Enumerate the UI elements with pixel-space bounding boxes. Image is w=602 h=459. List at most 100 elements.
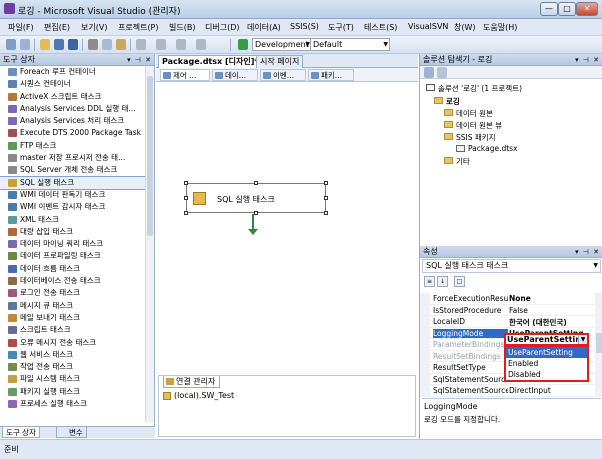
resize-handle[interactable] [324,196,328,200]
option-use-parent-setting[interactable]: UseParentSetting [506,347,587,358]
panel-controls[interactable]: ▾ ⊣ ✕ [575,54,600,66]
toolbox-item[interactable]: WMI 이벤트 감시자 태스크 [0,201,145,213]
toolbox-item[interactable]: 작업 전송 태스크 [0,361,145,373]
toolbox-item[interactable]: ActiveX 스크립트 태스크 [0,91,145,103]
toolbox-item[interactable]: 스크립트 태스크 [0,324,145,336]
scrollbar-thumb[interactable] [596,333,602,353]
sql-execute-task-shape[interactable]: SQL 실행 태스크 [184,181,328,215]
solution-node[interactable]: Package.dtsx [456,144,518,153]
menu-test[interactable]: 테스트(S) [364,22,397,33]
solution-platform-combo[interactable]: Default ▼ [310,38,390,51]
property-value[interactable]: None [509,294,595,303]
copy-icon[interactable] [102,39,112,50]
menu-debug[interactable]: 디버그(D) [205,22,239,33]
navigate-forward-icon[interactable] [196,39,206,50]
toolbox-item[interactable]: 오류 메시지 전송 태스크 [0,337,145,349]
resize-handle[interactable] [184,211,188,215]
toolbox-scrollbar[interactable] [145,66,154,422]
paste-icon[interactable] [116,39,126,50]
add-item-icon[interactable] [20,39,30,50]
cut-icon[interactable] [88,39,98,50]
property-value[interactable]: 한국어 (대한민국) [509,317,595,328]
undo-icon[interactable] [136,39,146,50]
property-row[interactable]: LocaleID 한국어 (대한민국) [420,316,595,328]
solution-node[interactable]: 데이터 원본 [444,108,493,119]
resize-handle[interactable] [324,181,328,185]
toolbox-item[interactable]: 로그인 전송 태스크 [0,287,145,299]
property-grid-scrollbar[interactable] [595,293,602,397]
tab-toolbox[interactable]: 도구 상자 [2,427,40,438]
toolbox-item[interactable]: 패키지 실행 태스크 [0,386,145,398]
toolbox-item[interactable]: 파일 시스템 태스크 [0,373,145,385]
resize-handle[interactable] [324,211,328,215]
tab-start-page[interactable]: 시작 페이지 [256,55,304,68]
solution-node[interactable]: SSIS 패키지 [444,132,496,143]
save-all-icon[interactable] [68,39,78,50]
menu-window[interactable]: 창(W) [454,22,476,33]
toolbox-item[interactable]: Foreach 루프 컨테이너 [0,66,145,78]
menu-tools[interactable]: 도구(T) [328,22,354,33]
tab-control-flow[interactable]: 제어 ... [160,69,210,81]
solution-node[interactable]: 데이터 원본 뷰 [444,120,502,131]
tab-connection-manager[interactable]: 연결 관리자 [163,376,221,388]
toolbox-item[interactable]: 웹 서비스 태스크 [0,349,145,361]
menu-data[interactable]: 데이터(A) [247,22,281,33]
control-flow-canvas[interactable]: SQL 실행 태스크 [158,83,416,373]
toolbox-item[interactable]: 메시지 큐 태스크 [0,300,145,312]
toolbox-item[interactable]: master 저장 프로시저 전송 태... [0,152,145,164]
toolbox-item[interactable]: 데이터 마이닝 쿼리 태스크 [0,238,145,250]
menu-file[interactable]: 파일(F) [8,22,34,33]
property-pages-icon[interactable]: □ [454,276,465,287]
connection-item[interactable]: (local).SW_Test [163,391,234,400]
properties-icon[interactable] [424,67,434,78]
menu-view[interactable]: 보기(V) [81,22,107,33]
resize-handle[interactable] [254,211,258,215]
toolbox-item[interactable]: Analysis Services DDL 실행 태... [0,103,145,115]
option-enabled[interactable]: Enabled [506,358,587,369]
precedence-constraint-connector[interactable] [252,214,254,230]
toolbox-item[interactable]: SQL Server 개체 전송 태스크 [0,164,145,176]
resize-handle[interactable] [184,181,188,185]
menu-visualsvn[interactable]: VisualSVN [408,22,448,31]
solution-node[interactable]: 로깅 [434,96,460,107]
close-window-button[interactable]: ✕ [576,2,598,16]
tab-event-handlers[interactable]: 이벤... [260,69,306,81]
toolbox-item[interactable]: 데이터 흐름 태스크 [0,263,145,275]
toolbox-item[interactable]: 시퀀스 컨테이너 [0,78,145,90]
tab-variables[interactable]: 변수 [56,427,87,438]
open-file-icon[interactable] [40,39,50,50]
property-object-selector[interactable]: SQL 실행 태스크 태스크 ▼ [422,259,601,273]
toolbox-item[interactable]: WMI 데이터 판독기 태스크 [0,189,145,201]
categorized-icon[interactable]: ≡ [424,276,435,287]
resize-handle[interactable] [254,181,258,185]
menu-help[interactable]: 도움말(H) [483,22,517,33]
panel-controls[interactable]: ▾ ⊣ ✕ [127,54,152,66]
menu-project[interactable]: 프로젝트(P) [118,22,159,33]
toolbox-item[interactable]: 메일 보내기 태스크 [0,312,145,324]
start-debugging-icon[interactable] [238,39,248,50]
save-icon[interactable] [54,39,64,50]
toolbox-item[interactable]: FTP 태스크 [0,140,145,152]
show-all-files-icon[interactable] [437,67,447,78]
toolbox-item[interactable]: 데이터 프로파일링 태스크 [0,250,145,262]
toolbox-item[interactable]: Analysis Services 처리 태스크 [0,115,145,127]
property-row[interactable]: ForceExecutionResult None [420,293,595,305]
menu-edit[interactable]: 편집(E) [44,22,70,33]
tab-package-dtsx-design[interactable]: Package.dtsx [디자인]* [158,55,263,68]
new-project-icon[interactable] [6,39,16,50]
scrollbar-thumb[interactable] [147,76,153,236]
navigate-backward-icon[interactable] [176,39,186,50]
toolbox-item[interactable]: 프로세스 실행 태스크 [0,398,145,410]
property-value[interactable]: DirectInput [509,386,595,395]
menu-ssis[interactable]: SSIS(S) [290,22,319,31]
property-row[interactable]: SqlStatementSourceT DirectInput [420,385,595,397]
resize-handle[interactable] [184,196,188,200]
property-value[interactable]: False [509,306,595,315]
toolbox-item[interactable]: 데이터베이스 전송 태스크 [0,275,145,287]
solution-configuration-combo[interactable]: Development ▼ [252,38,312,51]
tab-package-explorer[interactable]: 패키... [308,69,354,81]
solution-node[interactable]: 기타 [444,156,470,167]
redo-icon[interactable] [156,39,166,50]
menu-build[interactable]: 빌드(B) [169,22,195,33]
toolbox-item[interactable]: XML 태스크 [0,214,145,226]
